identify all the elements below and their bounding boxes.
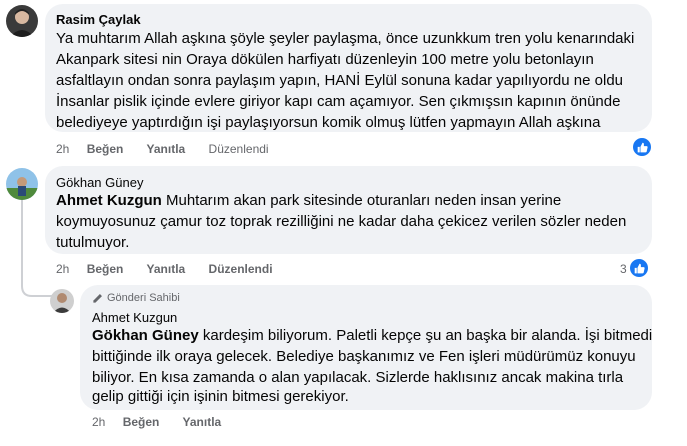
comment-time[interactable]: 2h <box>56 142 69 156</box>
author-badge: Gönderi Sahibi <box>92 292 180 304</box>
edited-label[interactable]: Düzenlendi <box>209 142 269 156</box>
like-reaction-icon[interactable] <box>631 136 653 158</box>
like-button[interactable]: Beğen <box>123 415 160 429</box>
mention-link[interactable]: Ahmet Kuzgun <box>56 192 162 209</box>
comment-text-line: biliyor. En kısa zamanda o alan yapılaca… <box>92 369 624 386</box>
comment-text-line: Ahmet Kuzgun Muhtarım akan park sitesind… <box>56 190 561 211</box>
reply-button[interactable]: Yanıtla <box>147 262 186 276</box>
reaction-count[interactable]: 3 <box>620 262 627 276</box>
comment-text-line: Ya muhtarım Allah aşkına şöyle şeyler pa… <box>56 30 635 47</box>
reply-button[interactable]: Yanıtla <box>147 142 186 156</box>
comment-author[interactable]: Ahmet Kuzgun <box>92 310 177 325</box>
comment-actions: 2h Beğen Yanıtla <box>92 415 241 429</box>
comment-text-line: koymuyosunuz çamur toz toprak rezilliğin… <box>56 213 627 230</box>
edited-label[interactable]: Düzenlendi <box>209 262 273 276</box>
comment-text-line: asfaltlayın ondan sonra paylaşım yapın, … <box>56 72 623 89</box>
comment-actions: 2h Beğen Yanıtla Düzenlendi <box>56 262 293 276</box>
comment-text-line: tutulmuyor. <box>56 234 130 251</box>
avatar-rasim[interactable] <box>6 5 38 37</box>
pencil-icon <box>93 293 102 303</box>
comment-author[interactable]: Gökhan Güney <box>56 175 143 190</box>
comment-text-line: Akanpark sitesi nin Oraya dökülen harfiy… <box>56 51 594 68</box>
comment-text-line: gelip gittiği için işinin bitmesi gereki… <box>92 388 349 405</box>
comment-text: kardeşim biliyorum. Paletli kepçe şu an … <box>198 327 653 344</box>
reply-button[interactable]: Yanıtla <box>183 415 222 429</box>
comment-text: Muhtarım akan park sitesinde oturanları … <box>161 192 562 209</box>
thread-connector <box>21 200 52 297</box>
comment-time[interactable]: 2h <box>92 415 105 429</box>
avatar-ahmet[interactable] <box>50 289 74 313</box>
comment-text-line: belediyeye yaptırdığın işi paylaşıyorsun… <box>56 114 601 131</box>
like-reaction-icon[interactable] <box>628 257 650 279</box>
comment-text-line: Gökhan Güney kardeşim biliyorum. Paletli… <box>92 325 652 346</box>
comment-author[interactable]: Rasim Çaylak <box>56 12 141 27</box>
author-badge-label: Gönderi Sahibi <box>107 292 180 304</box>
avatar-gokhan[interactable] <box>6 168 38 200</box>
comment-text-line: İnsanlar pislik içinde evlere giriyor ka… <box>56 93 621 110</box>
like-button[interactable]: Beğen <box>87 262 124 276</box>
mention-link[interactable]: Gökhan Güney <box>92 327 199 344</box>
comment-time[interactable]: 2h <box>56 262 69 276</box>
comment-actions: 2h Beğen Yanıtla Düzenlendi <box>56 142 289 156</box>
comment-text-line: bittiğinde ilk oraya gelecek. Belediye b… <box>92 348 636 365</box>
like-button[interactable]: Beğen <box>87 142 124 156</box>
